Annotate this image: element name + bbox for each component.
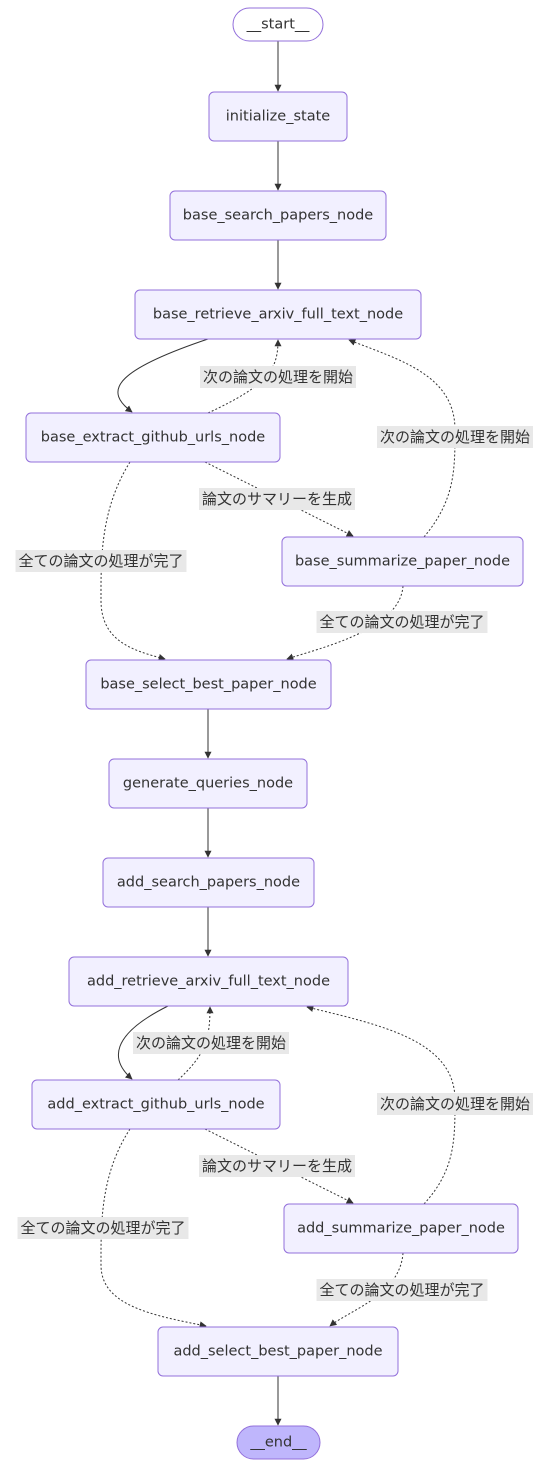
edge-label-text: 全ての論文の処理が完了 xyxy=(20,1219,185,1237)
node-base-summarize-paper-node[interactable]: base_summarize_paper_node xyxy=(281,536,524,587)
edge-label-text: 論文のサマリーを生成 xyxy=(202,490,352,508)
edge-label-base-next-paper-right: 次の論文の処理を開始 xyxy=(376,426,534,448)
edge-label-add-next-paper-left: 次の論文の処理を開始 xyxy=(132,1032,290,1054)
edge-label-base-all-done-right: 全ての論文の処理が完了 xyxy=(316,611,488,633)
node-label: add_search_papers_node xyxy=(117,875,300,891)
node-add-extract-github-urls-node[interactable]: add_extract_github_urls_node xyxy=(31,1079,281,1130)
node-label: generate_queries_node xyxy=(123,776,293,792)
node-start[interactable]: __start__ xyxy=(232,7,324,42)
node-label: base_retrieve_arxiv_full_text_node xyxy=(153,307,403,323)
langgraph-flow-diagram: __start__ initialize_state base_search_pap… xyxy=(15,7,534,1460)
edge-label-base-all-done-left: 全ての論文の処理が完了 xyxy=(15,550,187,572)
edge-label-base-next-paper-left: 次の論文の処理を開始 xyxy=(199,366,357,388)
edge-label-add-all-done-left: 全ての論文の処理が完了 xyxy=(17,1217,189,1239)
node-label: base_extract_github_urls_node xyxy=(41,430,266,446)
edge-label-text: 次の論文の処理を開始 xyxy=(203,368,353,386)
edge-label-text: 全ての論文の処理が完了 xyxy=(319,613,484,631)
node-add-summarize-paper-node[interactable]: add_summarize_paper_node xyxy=(283,1203,519,1254)
edge-label-text: 全ての論文の処理が完了 xyxy=(319,1281,484,1299)
edge-label-add-all-done-right: 全ての論文の処理が完了 xyxy=(316,1279,488,1301)
node-label: add_select_best_paper_node xyxy=(173,1344,382,1360)
node-base-retrieve-arxiv-full-text-node[interactable]: base_retrieve_arxiv_full_text_node xyxy=(134,289,422,340)
edge-label-text: 全ての論文の処理が完了 xyxy=(18,552,183,570)
node-label: base_summarize_paper_node xyxy=(295,554,510,570)
node-label: __start__ xyxy=(246,17,311,33)
edge-label-text: 論文のサマリーを生成 xyxy=(202,1157,352,1175)
edge-label-text: 次の論文の処理を開始 xyxy=(136,1034,286,1052)
node-base-extract-github-urls-node[interactable]: base_extract_github_urls_node xyxy=(25,412,281,463)
node-add-search-papers-node[interactable]: add_search_papers_node xyxy=(102,857,315,908)
node-label: add_summarize_paper_node xyxy=(297,1221,505,1237)
node-label: add_retrieve_arxiv_full_text_node xyxy=(87,974,330,990)
edge-label-base-summarize: 論文のサマリーを生成 xyxy=(198,488,356,510)
edge-label-text: 次の論文の処理を開始 xyxy=(380,1095,530,1113)
node-initialize-state[interactable]: initialize_state xyxy=(208,91,348,142)
edge-label-add-summarize: 論文のサマリーを生成 xyxy=(198,1155,356,1177)
node-end[interactable]: __end__ xyxy=(236,1425,321,1460)
edge-base-retrieve-to-extract xyxy=(117,338,209,413)
node-label: initialize_state xyxy=(226,109,330,125)
node-add-retrieve-arxiv-full-text-node[interactable]: add_retrieve_arxiv_full_text_node xyxy=(68,956,349,1007)
node-label: add_extract_github_urls_node xyxy=(47,1097,264,1113)
node-label: base_select_best_paper_node xyxy=(100,677,316,693)
edge-label-text: 次の論文の処理を開始 xyxy=(380,428,530,446)
node-generate-queries-node[interactable]: generate_queries_node xyxy=(108,758,308,809)
node-base-select-best-paper-node[interactable]: base_select_best_paper_node xyxy=(85,659,332,710)
node-base-search-papers-node[interactable]: base_search_papers_node xyxy=(169,190,387,241)
edge-label-add-next-paper-right: 次の論文の処理を開始 xyxy=(376,1093,534,1115)
node-add-select-best-paper-node[interactable]: add_select_best_paper_node xyxy=(157,1326,399,1377)
node-label: __end__ xyxy=(249,1435,307,1451)
node-label: base_search_papers_node xyxy=(183,208,373,224)
